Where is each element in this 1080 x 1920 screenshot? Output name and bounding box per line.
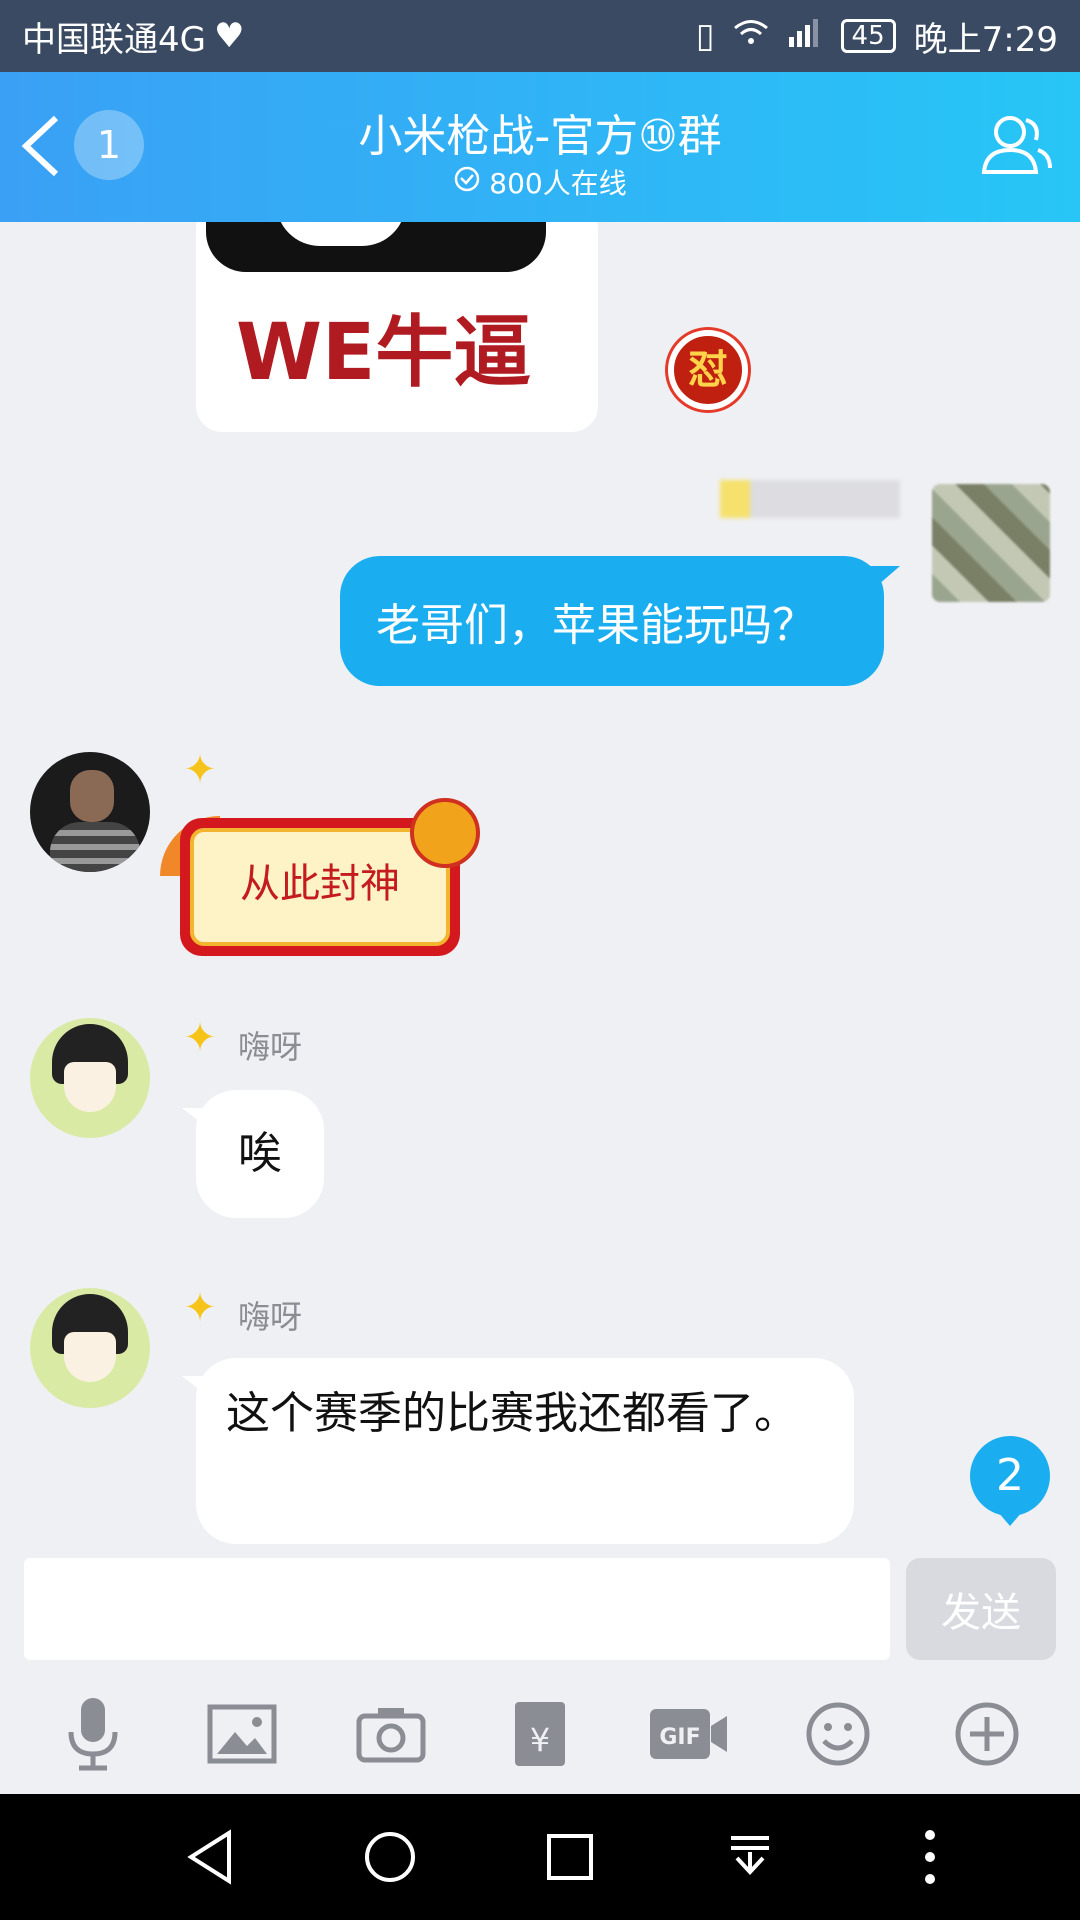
group-title: 小米枪战-官方⑩群 bbox=[358, 111, 722, 162]
self-nickname-blurred bbox=[720, 480, 900, 518]
diamond-icon: ✦ bbox=[183, 1015, 217, 1061]
back-triangle-icon[interactable] bbox=[165, 1812, 255, 1902]
message-bubble[interactable]: 唉 bbox=[182, 1090, 324, 1218]
time-label: 晚上7:29 bbox=[913, 19, 1058, 60]
signal-icon bbox=[787, 16, 823, 56]
recents-square-icon[interactable] bbox=[525, 1812, 615, 1902]
sticker-text: 从此封神 bbox=[190, 828, 450, 946]
chat-header: 1 小米枪战-官方⑩群 800人在线 bbox=[0, 72, 1080, 222]
mic-icon[interactable] bbox=[48, 1689, 138, 1779]
sender-avatar[interactable] bbox=[30, 752, 150, 872]
self-message-bubble[interactable]: 老哥们，苹果能玩吗？ bbox=[340, 556, 900, 686]
svg-text:GIF: GIF bbox=[659, 1725, 700, 1750]
heart-icon: ♥ bbox=[213, 16, 245, 56]
input-bar: 发送 bbox=[0, 1558, 1080, 1674]
sender-nickname: 嗨呀 bbox=[238, 1298, 303, 1336]
chat-toolbar: ¥ GIF bbox=[0, 1674, 1080, 1794]
lion-dance-icon bbox=[410, 798, 480, 868]
more-dots-icon[interactable] bbox=[885, 1812, 975, 1902]
sender-nickname: 嗨呀 bbox=[238, 1028, 303, 1066]
send-button[interactable]: 发送 bbox=[906, 1558, 1056, 1660]
self-avatar[interactable] bbox=[932, 484, 1050, 602]
image-icon[interactable] bbox=[197, 1689, 287, 1779]
sender-avatar[interactable] bbox=[30, 1018, 150, 1138]
message-bubble[interactable]: 这个赛季的比赛我还都看了。 bbox=[182, 1358, 854, 1544]
group-members-icon[interactable] bbox=[976, 106, 1056, 186]
sticker-face-image bbox=[206, 222, 546, 272]
notification-pulldown-icon[interactable] bbox=[705, 1812, 795, 1902]
system-nav-bar bbox=[0, 1794, 1080, 1920]
camera-icon[interactable] bbox=[346, 1689, 436, 1779]
battery-icon: 45 bbox=[840, 19, 896, 53]
home-circle-icon[interactable] bbox=[345, 1812, 435, 1902]
diamond-icon: ✦ bbox=[183, 1285, 217, 1331]
wifi-icon bbox=[733, 16, 769, 56]
diamond-icon: ✦ bbox=[183, 747, 217, 793]
new-message-count-badge[interactable]: 2 bbox=[970, 1436, 1050, 1526]
svg-text:¥: ¥ bbox=[530, 1721, 550, 1759]
vibrate-icon: ▯ bbox=[695, 16, 715, 56]
gif-icon[interactable]: GIF bbox=[644, 1689, 734, 1779]
emoji-icon[interactable] bbox=[793, 1689, 883, 1779]
check-circle-icon bbox=[453, 165, 481, 200]
sticker-message-we[interactable]: WE牛逼 bbox=[196, 222, 598, 432]
online-status: 800人在线 bbox=[0, 162, 1080, 202]
carrier-label: 中国联通4G bbox=[22, 19, 206, 60]
sender-avatar[interactable] bbox=[30, 1288, 150, 1408]
dui-badge-icon: 怼 bbox=[668, 330, 748, 410]
online-count: 800人在线 bbox=[489, 167, 627, 200]
chat-messages[interactable]: WE牛逼 怼 老哥们，苹果能玩吗？ ✦ 从此封神 ✦ 嗨呀 唉 ✦ 嗨呀 这个赛… bbox=[0, 222, 1080, 1558]
sticker-text: WE牛逼 bbox=[236, 308, 532, 398]
plus-icon[interactable] bbox=[942, 1689, 1032, 1779]
message-input[interactable] bbox=[24, 1558, 890, 1660]
red-packet-icon[interactable]: ¥ bbox=[495, 1689, 585, 1779]
status-bar: 中国联通4G ♥ ▯ 45 晚上7:29 bbox=[0, 0, 1080, 72]
